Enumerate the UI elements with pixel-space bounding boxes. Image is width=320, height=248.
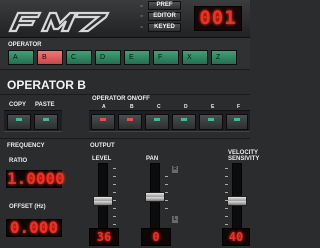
operator-button-b[interactable]: B — [37, 50, 63, 65]
copy-button[interactable] — [7, 114, 31, 130]
pan-fader-handle[interactable] — [145, 192, 165, 202]
operator-selector: OPERATOR A B C D E F X Z — [0, 38, 250, 70]
editor-indicator-icon: ▫ — [140, 13, 143, 20]
copy-paste-well — [4, 110, 62, 132]
ratio-label: RATIO — [9, 158, 28, 164]
operator-button-x[interactable]: X — [182, 50, 208, 65]
level-label: LEVEL — [92, 156, 112, 162]
pref-indicator-icon: ▫ — [140, 3, 143, 10]
program-number-display: 001 — [194, 6, 242, 31]
copy-label: COPY — [9, 102, 27, 108]
onoff-toggle-f[interactable] — [226, 114, 248, 130]
keyed-button[interactable]: KEYED — [148, 23, 181, 32]
onoff-toggle-c[interactable] — [145, 114, 169, 130]
velocity-sensivity-label: VELOCITY SENSIVITY — [228, 150, 260, 162]
divider — [0, 138, 250, 139]
offset-display[interactable]: 0.000 — [6, 219, 62, 237]
operator-onoff-label: OPERATOR ON/OFF — [92, 96, 150, 102]
pan-left-mark: L — [172, 216, 178, 223]
operator-button-a[interactable]: A — [8, 50, 34, 65]
ratio-display[interactable]: 1.0000 — [6, 170, 65, 188]
level-value-display[interactable]: 36 — [89, 228, 119, 246]
pan-value-display[interactable]: 0 — [141, 228, 171, 246]
onoff-toggle-b[interactable] — [118, 114, 142, 130]
operator-button-d[interactable]: D — [95, 50, 121, 65]
frequency-label: FREQUENCY — [7, 143, 45, 149]
operator-onoff-well — [89, 110, 250, 132]
level-fader-handle[interactable] — [93, 196, 113, 206]
page-title: OPERATOR B — [7, 78, 86, 92]
onoff-toggle-d[interactable] — [172, 114, 196, 130]
velocity-value-display[interactable]: 40 — [222, 228, 250, 246]
output-label: OUTPUT — [90, 143, 115, 149]
editor-button[interactable]: EDITOR — [148, 12, 181, 21]
operator-button-z[interactable]: Z — [211, 50, 237, 65]
velocity-fader-handle[interactable] — [227, 196, 247, 206]
operator-label: OPERATOR — [8, 42, 42, 48]
operator-button-c[interactable]: C — [66, 50, 92, 65]
pref-button[interactable]: PREF — [148, 1, 181, 10]
onoff-toggle-e[interactable] — [199, 114, 223, 130]
divider — [0, 94, 250, 95]
keyed-indicator-icon: ▫ — [140, 24, 143, 31]
paste-label: PASTE — [35, 102, 55, 108]
offset-label: OFFSET (Hz) — [9, 204, 46, 210]
operator-button-f[interactable]: F — [153, 50, 179, 65]
fm7-logo — [8, 11, 110, 33]
header-bar: ▫ PREF ▫ EDITOR ▫ KEYED 001 — [0, 0, 250, 38]
operator-button-e[interactable]: E — [124, 50, 150, 65]
paste-button[interactable] — [34, 114, 58, 130]
onoff-toggle-a[interactable] — [91, 114, 115, 130]
pan-right-mark: R — [172, 166, 178, 173]
pan-label: PAN — [146, 156, 159, 162]
